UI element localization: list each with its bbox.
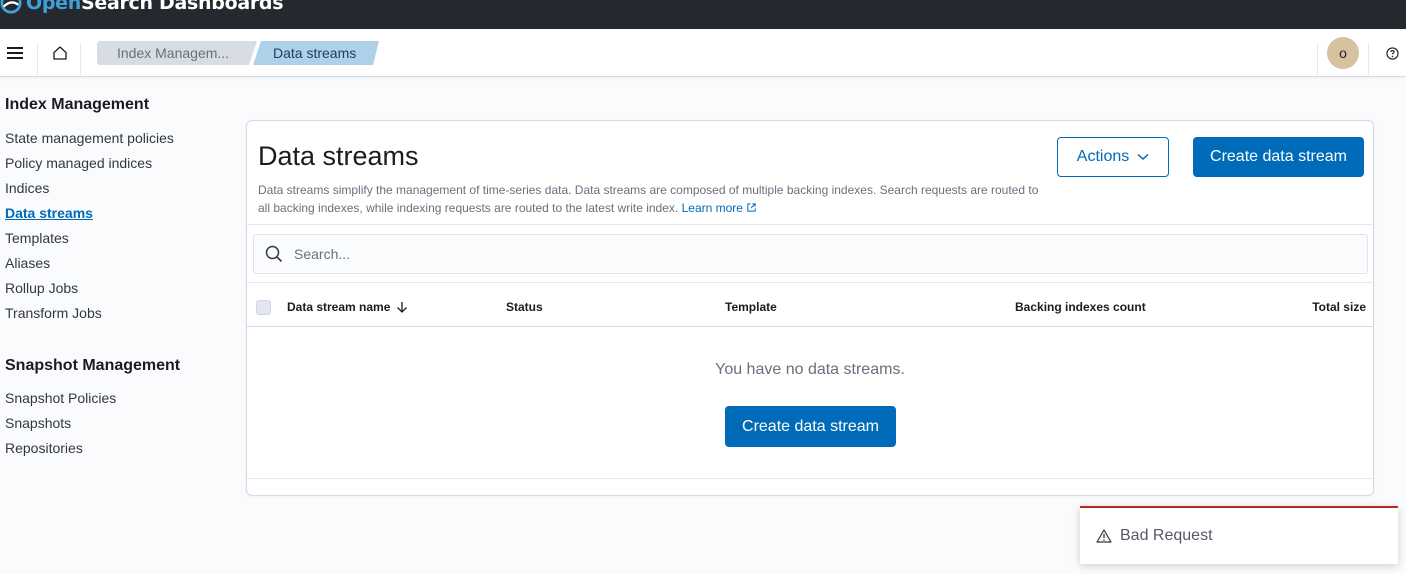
chevron-down-icon [1137, 153, 1149, 161]
search-input[interactable] [294, 246, 1294, 262]
header-bar: Index Managem... Data streams o [0, 29, 1406, 77]
page-title: Data streams [258, 141, 419, 171]
brand-logo-link[interactable]: OpenSearch Dashboards [0, 0, 284, 15]
select-all-checkbox[interactable] [256, 300, 271, 315]
sidebar-item-rollup-jobs[interactable]: Rollup Jobs [5, 279, 230, 304]
search-icon [265, 245, 283, 263]
sidebar-item-policy-managed-indices[interactable]: Policy managed indices [5, 154, 230, 179]
side-group-title: Snapshot Management [5, 357, 181, 374]
sidebar-item-snapshot-policies[interactable]: Snapshot Policies [5, 389, 230, 414]
description-text: Data streams simplify the management of … [258, 183, 1039, 215]
home-icon [53, 46, 67, 60]
header-separator [1368, 43, 1369, 77]
empty-state-message: You have no data streams. [715, 361, 905, 378]
external-link-icon [747, 203, 756, 212]
table-header: Data stream name Status Template Backing… [247, 289, 1373, 325]
column-header-backing-indexes-count[interactable]: Backing indexes count [1015, 289, 1146, 325]
divider [247, 326, 1373, 327]
data-streams-panel: Data streams Data streams simplify the m… [246, 120, 1374, 496]
sidebar-item-state-management-policies[interactable]: State management policies [5, 129, 230, 154]
sidebar-item-data-streams[interactable]: Data streams [5, 204, 230, 229]
help-button[interactable] [1378, 29, 1406, 77]
top-navbar: OpenSearch Dashboards [0, 0, 1406, 29]
error-toast[interactable]: Bad Request [1080, 506, 1398, 564]
brand-name: OpenSearch Dashboards [26, 0, 284, 14]
column-header-status[interactable]: Status [506, 289, 543, 325]
sort-arrow-down-icon [397, 301, 408, 313]
opensearch-logo-icon [0, 0, 22, 14]
sidebar-item-snapshots[interactable]: Snapshots [5, 414, 230, 439]
empty-create-data-stream-button[interactable]: Create data stream [725, 406, 896, 447]
actions-label: Actions [1076, 148, 1130, 165]
sidebar-item-indices[interactable]: Indices [5, 179, 230, 204]
divider [247, 478, 1373, 479]
avatar: o [1327, 37, 1359, 69]
sidebar-item-templates[interactable]: Templates [5, 229, 230, 254]
breadcrumb-data-streams: Data streams [253, 41, 379, 65]
divider [247, 282, 1373, 283]
menu-toggle-button[interactable] [0, 29, 30, 77]
create-data-stream-button[interactable]: Create data stream [1193, 137, 1364, 177]
user-menu-button[interactable]: o [1318, 29, 1368, 77]
column-header-data-stream-name[interactable]: Data stream name [287, 289, 408, 325]
warning-icon [1096, 529, 1112, 543]
side-group-snapshot-management: Snapshot Management Snapshot Policies Sn… [5, 357, 230, 464]
header-separator [37, 43, 38, 77]
actions-button[interactable]: Actions [1057, 137, 1169, 177]
hamburger-menu-icon [7, 47, 23, 59]
toast-message: Bad Request [1120, 527, 1213, 544]
column-header-template[interactable]: Template [725, 289, 777, 325]
sidebar-item-transform-jobs[interactable]: Transform Jobs [5, 304, 230, 329]
header-separator [80, 43, 81, 77]
search-bar[interactable] [253, 234, 1368, 274]
sidebar-item-repositories[interactable]: Repositories [5, 439, 230, 464]
home-button[interactable] [40, 29, 80, 77]
side-group-index-management: Index Management State management polici… [5, 96, 230, 329]
side-navigation: Index Management State management polici… [5, 96, 230, 464]
help-icon [1385, 46, 1399, 60]
divider [247, 224, 1373, 225]
learn-more-link[interactable]: Learn more [682, 201, 757, 215]
side-group-title: Index Management [5, 96, 150, 113]
sidebar-item-aliases[interactable]: Aliases [5, 254, 230, 279]
column-header-total-size[interactable]: Total size [1312, 289, 1366, 325]
breadcrumb-index-management[interactable]: Index Managem... [97, 41, 257, 65]
breadcrumb: Index Managem... Data streams [97, 41, 375, 65]
page-description: Data streams simplify the management of … [258, 181, 1048, 217]
